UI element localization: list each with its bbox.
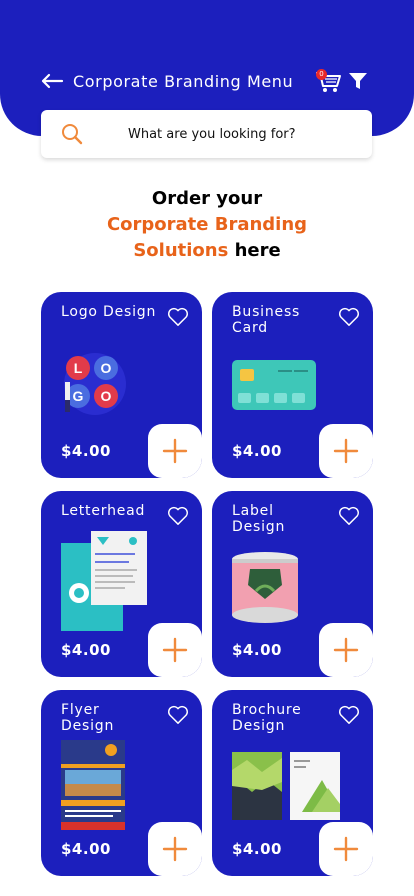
svg-text:O: O bbox=[101, 360, 112, 376]
product-price: $4.00 bbox=[232, 840, 282, 858]
headline-line-1: Order your bbox=[151, 188, 263, 209]
product-card-flyer-design[interactable]: Flyer Design $4.00 bbox=[41, 690, 202, 876]
arrow-left-icon[interactable] bbox=[40, 72, 64, 90]
plus-icon bbox=[162, 438, 188, 464]
product-name: Flyer Design bbox=[61, 702, 115, 734]
add-to-cart-button[interactable] bbox=[319, 424, 373, 478]
logo-design-illustration: L O G O bbox=[64, 353, 126, 415]
product-name: Brochure Design bbox=[232, 702, 302, 734]
plus-icon bbox=[162, 836, 188, 862]
add-to-cart-button[interactable] bbox=[319, 822, 373, 876]
product-card-business-card[interactable]: Business Card $4.00 bbox=[212, 292, 373, 478]
product-price: $4.00 bbox=[232, 641, 282, 659]
product-price: $4.00 bbox=[61, 840, 111, 858]
product-name: Letterhead bbox=[61, 503, 146, 519]
svg-text:O: O bbox=[101, 388, 112, 404]
product-card-brochure-design[interactable]: Brochure Design $4.00 bbox=[212, 690, 373, 876]
heart-icon[interactable] bbox=[167, 705, 189, 725]
headline-highlight-2: Solutions bbox=[133, 240, 229, 261]
add-to-cart-button[interactable] bbox=[148, 623, 202, 677]
product-price: $4.00 bbox=[61, 442, 111, 460]
search-icon bbox=[62, 124, 83, 145]
product-price: $4.00 bbox=[232, 442, 282, 460]
product-card-letterhead[interactable]: Letterhead $4.00 bbox=[41, 491, 202, 677]
product-name: Label Design bbox=[232, 503, 286, 535]
plus-icon bbox=[333, 438, 359, 464]
heart-icon[interactable] bbox=[338, 307, 360, 327]
plus-icon bbox=[333, 836, 359, 862]
product-card-label-design[interactable]: Label Design $4.00 bbox=[212, 491, 373, 677]
plus-icon bbox=[333, 637, 359, 663]
page-title: Corporate Branding Menu bbox=[73, 72, 294, 91]
search-placeholder[interactable]: What are you looking for? bbox=[128, 126, 296, 144]
heart-icon[interactable] bbox=[338, 705, 360, 725]
plus-icon bbox=[162, 637, 188, 663]
flyer-illustration bbox=[61, 740, 125, 830]
filter-icon[interactable] bbox=[348, 71, 368, 91]
heart-icon[interactable] bbox=[167, 307, 189, 327]
cart-count-badge: 0 bbox=[316, 69, 327, 80]
svg-text:L: L bbox=[74, 360, 83, 376]
product-card-logo-design[interactable]: Logo Design L O G O $4.00 bbox=[41, 292, 202, 478]
add-to-cart-button[interactable] bbox=[319, 623, 373, 677]
add-to-cart-button[interactable] bbox=[148, 424, 202, 478]
letterhead-illustration bbox=[61, 531, 147, 631]
headline: Order your Corporate Branding Solutions … bbox=[0, 186, 414, 264]
add-to-cart-button[interactable] bbox=[148, 822, 202, 876]
product-price: $4.00 bbox=[61, 641, 111, 659]
svg-text:G: G bbox=[73, 388, 84, 404]
heart-icon[interactable] bbox=[167, 506, 189, 526]
label-can-illustration bbox=[232, 552, 298, 623]
heart-icon[interactable] bbox=[338, 506, 360, 526]
brochure-illustration bbox=[232, 752, 340, 820]
product-name: Business Card bbox=[232, 304, 301, 336]
headline-highlight-1: Corporate Branding bbox=[106, 214, 308, 235]
headline-line-3-end: here bbox=[234, 240, 281, 261]
product-name: Logo Design bbox=[61, 304, 157, 320]
business-card-illustration bbox=[232, 360, 316, 410]
